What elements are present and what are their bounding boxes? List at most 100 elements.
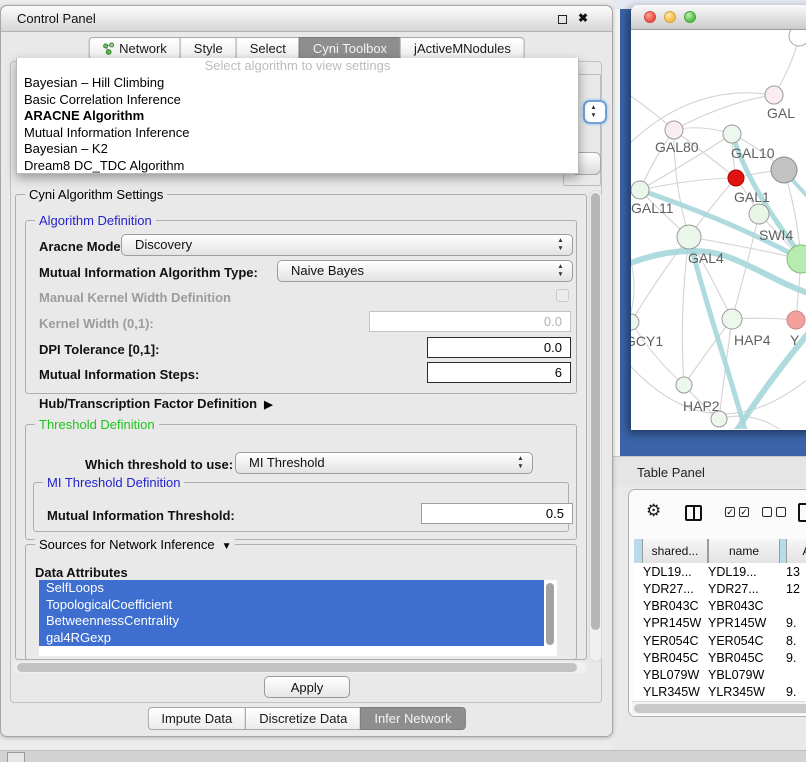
column-header-shared[interactable]: shared... — [642, 539, 708, 563]
control-panel-titlebar: Control Panel ✖ — [1, 6, 612, 32]
minimize-window-icon[interactable] — [664, 11, 676, 23]
network-edge[interactable] — [674, 95, 774, 130]
network-node-gal80[interactable] — [665, 121, 683, 139]
table-row[interactable]: YPR145WYPR145W9. — [634, 615, 806, 632]
algorithm-option-aracne-algorithm[interactable]: ARACNE Algorithm — [17, 108, 578, 125]
bottom-tab-impute-data[interactable]: Impute Data — [147, 707, 246, 730]
network-node[interactable] — [711, 411, 727, 427]
deselect-all-icon[interactable] — [762, 507, 786, 517]
mi-steps-input[interactable]: 6 — [427, 362, 571, 383]
dpi-tolerance-label: DPI Tolerance [0,1]: — [39, 342, 159, 357]
network-node-gal1[interactable] — [728, 170, 744, 186]
network-window-titlebar[interactable] — [631, 5, 806, 30]
table-row[interactable]: YBL079WYBL079W — [634, 667, 806, 684]
network-node-gal4[interactable] — [677, 225, 701, 249]
table-row[interactable]: YER054CYER054C8. — [634, 632, 806, 649]
mi-type-label: Mutual Information Algorithm Type: — [39, 265, 258, 280]
table-cell: YER054C — [634, 634, 708, 648]
tab-jactivemnodules[interactable]: jActiveMNodules — [400, 37, 525, 60]
network-edge[interactable] — [631, 322, 684, 385]
network-node[interactable] — [787, 245, 806, 273]
scrollbar-thumb[interactable] — [634, 704, 806, 713]
float-window-icon[interactable] — [558, 15, 567, 24]
network-node-gal[interactable] — [765, 86, 783, 104]
scrollbar-thumb[interactable] — [17, 663, 577, 672]
window-title: Control Panel — [17, 6, 96, 32]
close-window-icon[interactable] — [644, 11, 656, 23]
tab-network[interactable]: Network — [88, 37, 181, 60]
control-panel-tabs: NetworkStyle Select Cyni ToolboxjActiveMNo… — [88, 37, 525, 60]
column-header-name[interactable]: name — [708, 539, 780, 563]
gear-icon[interactable]: ⚙ — [646, 501, 661, 521]
attribute-item-selfloops[interactable]: SelfLoops — [39, 580, 544, 597]
scrollbar-thumb[interactable] — [591, 193, 600, 630]
table-row[interactable]: YDL19...YDL19...13 — [634, 563, 806, 580]
sources-title: Sources for Network Inference — [39, 537, 215, 552]
dpi-tolerance-input[interactable]: 0.0 — [427, 337, 571, 358]
network-node-swi4[interactable] — [749, 204, 769, 224]
attribute-item-betweennesscentrality[interactable]: BetweennessCentrality — [39, 613, 544, 630]
network-node-gcy1[interactable] — [631, 314, 639, 330]
network-node[interactable] — [771, 157, 797, 183]
columns-icon[interactable] — [685, 505, 702, 521]
network-node-y[interactable] — [787, 311, 805, 329]
close-icon[interactable]: ✖ — [578, 11, 588, 25]
algorithm-option-basic-correlation-inference[interactable]: Basic Correlation Inference — [17, 92, 578, 109]
network-edge[interactable] — [640, 178, 736, 190]
table-cell: YBR045C — [634, 651, 708, 665]
tab-cyni-toolbox[interactable]: Cyni Toolbox — [299, 37, 401, 60]
table-row[interactable]: YLR345WYLR345W9. — [634, 684, 806, 701]
network-node-hap2[interactable] — [676, 377, 692, 393]
network-edge[interactable] — [631, 93, 774, 148]
attribute-item-topologicalcoefficient[interactable]: TopologicalCoefficient — [39, 597, 544, 614]
network-edge[interactable] — [719, 416, 781, 429]
network-canvas[interactable]: GALGAL80GAL10GAL1GAL11SWI4GAL4GCY1HAP4YH… — [631, 30, 806, 429]
algorithm-option-bayesian-k2[interactable]: Bayesian – K2 — [17, 141, 578, 158]
select-all-icon[interactable]: ✓ ✓ — [725, 507, 749, 517]
sources-expander[interactable]: Sources for Network Inference▼ — [35, 537, 235, 552]
table-row[interactable]: YBR043CYBR043C — [634, 598, 806, 615]
kernel-width-input[interactable]: 0.0 — [369, 311, 571, 332]
table-cell: 8. — [784, 634, 806, 648]
table-row[interactable]: YBR045CYBR045C9. — [634, 649, 806, 666]
algorithm-combo-fragment[interactable]: ▲▼ — [583, 100, 607, 124]
algorithm-option-mutual-information-inference[interactable]: Mutual Information Inference — [17, 125, 578, 142]
which-threshold-select[interactable]: MI Threshold ▲▼ — [235, 452, 533, 474]
manual-kernel-checkbox[interactable] — [556, 289, 569, 302]
aracne-mode-select[interactable]: Discovery ▲▼ — [121, 234, 573, 256]
zoom-window-icon[interactable] — [684, 11, 696, 23]
settings-vertical-scrollbar[interactable] — [589, 190, 602, 662]
table-cell: YLR345W — [708, 685, 784, 699]
group-title: Threshold Definition — [35, 417, 159, 432]
bottom-tab-infer-network[interactable]: Infer Network — [360, 707, 465, 730]
node-label-hap4: HAP4 — [734, 332, 771, 348]
mi-threshold-label: Mutual Information Threshold: — [47, 508, 235, 523]
tab-style[interactable]: Style — [180, 37, 237, 60]
data-attributes-listbox[interactable]: SelfLoopsTopologicalCoefficientBetweenne… — [39, 580, 557, 656]
scrollbar-thumb[interactable] — [546, 583, 554, 645]
mi-type-select[interactable]: Naive Bayes ▲▼ — [277, 260, 573, 282]
hub-definition-expander[interactable]: Hub/Transcription Factor Definition▶ — [39, 396, 273, 411]
document-icon[interactable] — [798, 503, 806, 522]
tab-label: Select — [250, 38, 286, 60]
panel-splitter[interactable] — [613, 9, 620, 456]
settings-horizontal-scrollbar[interactable] — [15, 662, 587, 673]
column-header-a[interactable]: A — [786, 539, 806, 563]
network-node[interactable] — [789, 30, 806, 46]
bottom-tab-discretize-data[interactable]: Discretize Data — [245, 707, 361, 730]
table-cell: YDR27... — [634, 582, 708, 596]
tab-select[interactable]: Select — [236, 37, 300, 60]
table-horizontal-scrollbar[interactable] — [632, 701, 806, 714]
node-label-gal1: GAL1 — [734, 189, 770, 205]
mi-threshold-input[interactable]: 0.5 — [421, 503, 573, 524]
table-row[interactable]: YDR27...YDR27...12 — [634, 580, 806, 597]
algorithm-option-dream8-dc-tdc-algorithm[interactable]: Dream8 DC_TDC Algorithm — [17, 158, 578, 175]
table-cell: YPR145W — [708, 616, 784, 630]
network-node-hap4[interactable] — [722, 309, 742, 329]
attribute-item-gal4rgexp[interactable]: gal4RGexp — [39, 630, 544, 647]
network-node-gal11[interactable] — [631, 181, 649, 199]
kernel-width-label: Kernel Width (0,1): — [39, 316, 154, 331]
network-node-gal10[interactable] — [723, 125, 741, 143]
algorithm-option-bayesian-hill-climbing[interactable]: Bayesian – Hill Climbing — [17, 75, 578, 92]
apply-button[interactable]: Apply — [264, 676, 350, 698]
